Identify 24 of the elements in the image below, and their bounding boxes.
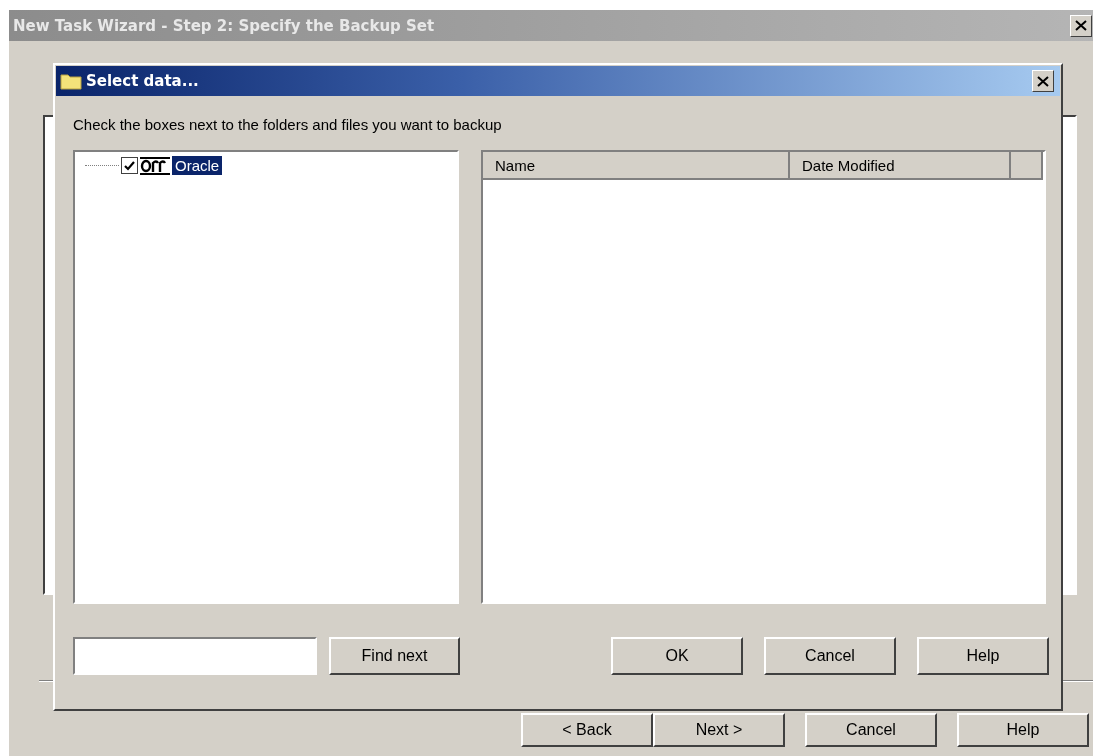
checkbox[interactable] (121, 157, 138, 174)
close-button[interactable] (1070, 14, 1092, 37)
wizard-button[interactable]: < Back (521, 713, 653, 747)
wizard-button[interactable]: Next > (653, 713, 785, 747)
wizard-button[interactable]: Cancel (805, 713, 937, 747)
find-next-button[interactable]: Find next (329, 637, 460, 675)
column-header[interactable] (1011, 152, 1043, 180)
dialog-title: Select data... (86, 72, 200, 90)
search-field[interactable] (73, 637, 317, 675)
close-icon (1037, 75, 1049, 87)
dialog-button[interactable]: Cancel (764, 637, 896, 675)
close-button[interactable] (1032, 70, 1054, 92)
dialog-button[interactable]: Help (917, 637, 1049, 675)
instruction-text: Check the boxes next to the folders and files you want to backup (73, 116, 503, 135)
folder-icon (60, 72, 82, 90)
column-header[interactable]: Name (483, 152, 790, 180)
dialog-button[interactable]: OK (611, 637, 743, 675)
tree-item[interactable]: Oracle (172, 156, 223, 175)
close-icon (1075, 20, 1087, 31)
window-title: New Task Wizard - Step 2: Specify the Backup Set (13, 16, 436, 35)
column-header[interactable]: Date Modified (790, 152, 1011, 180)
tree-line (85, 165, 119, 166)
logo-icon (140, 156, 170, 175)
wizard-button[interactable]: Help (957, 713, 1089, 747)
